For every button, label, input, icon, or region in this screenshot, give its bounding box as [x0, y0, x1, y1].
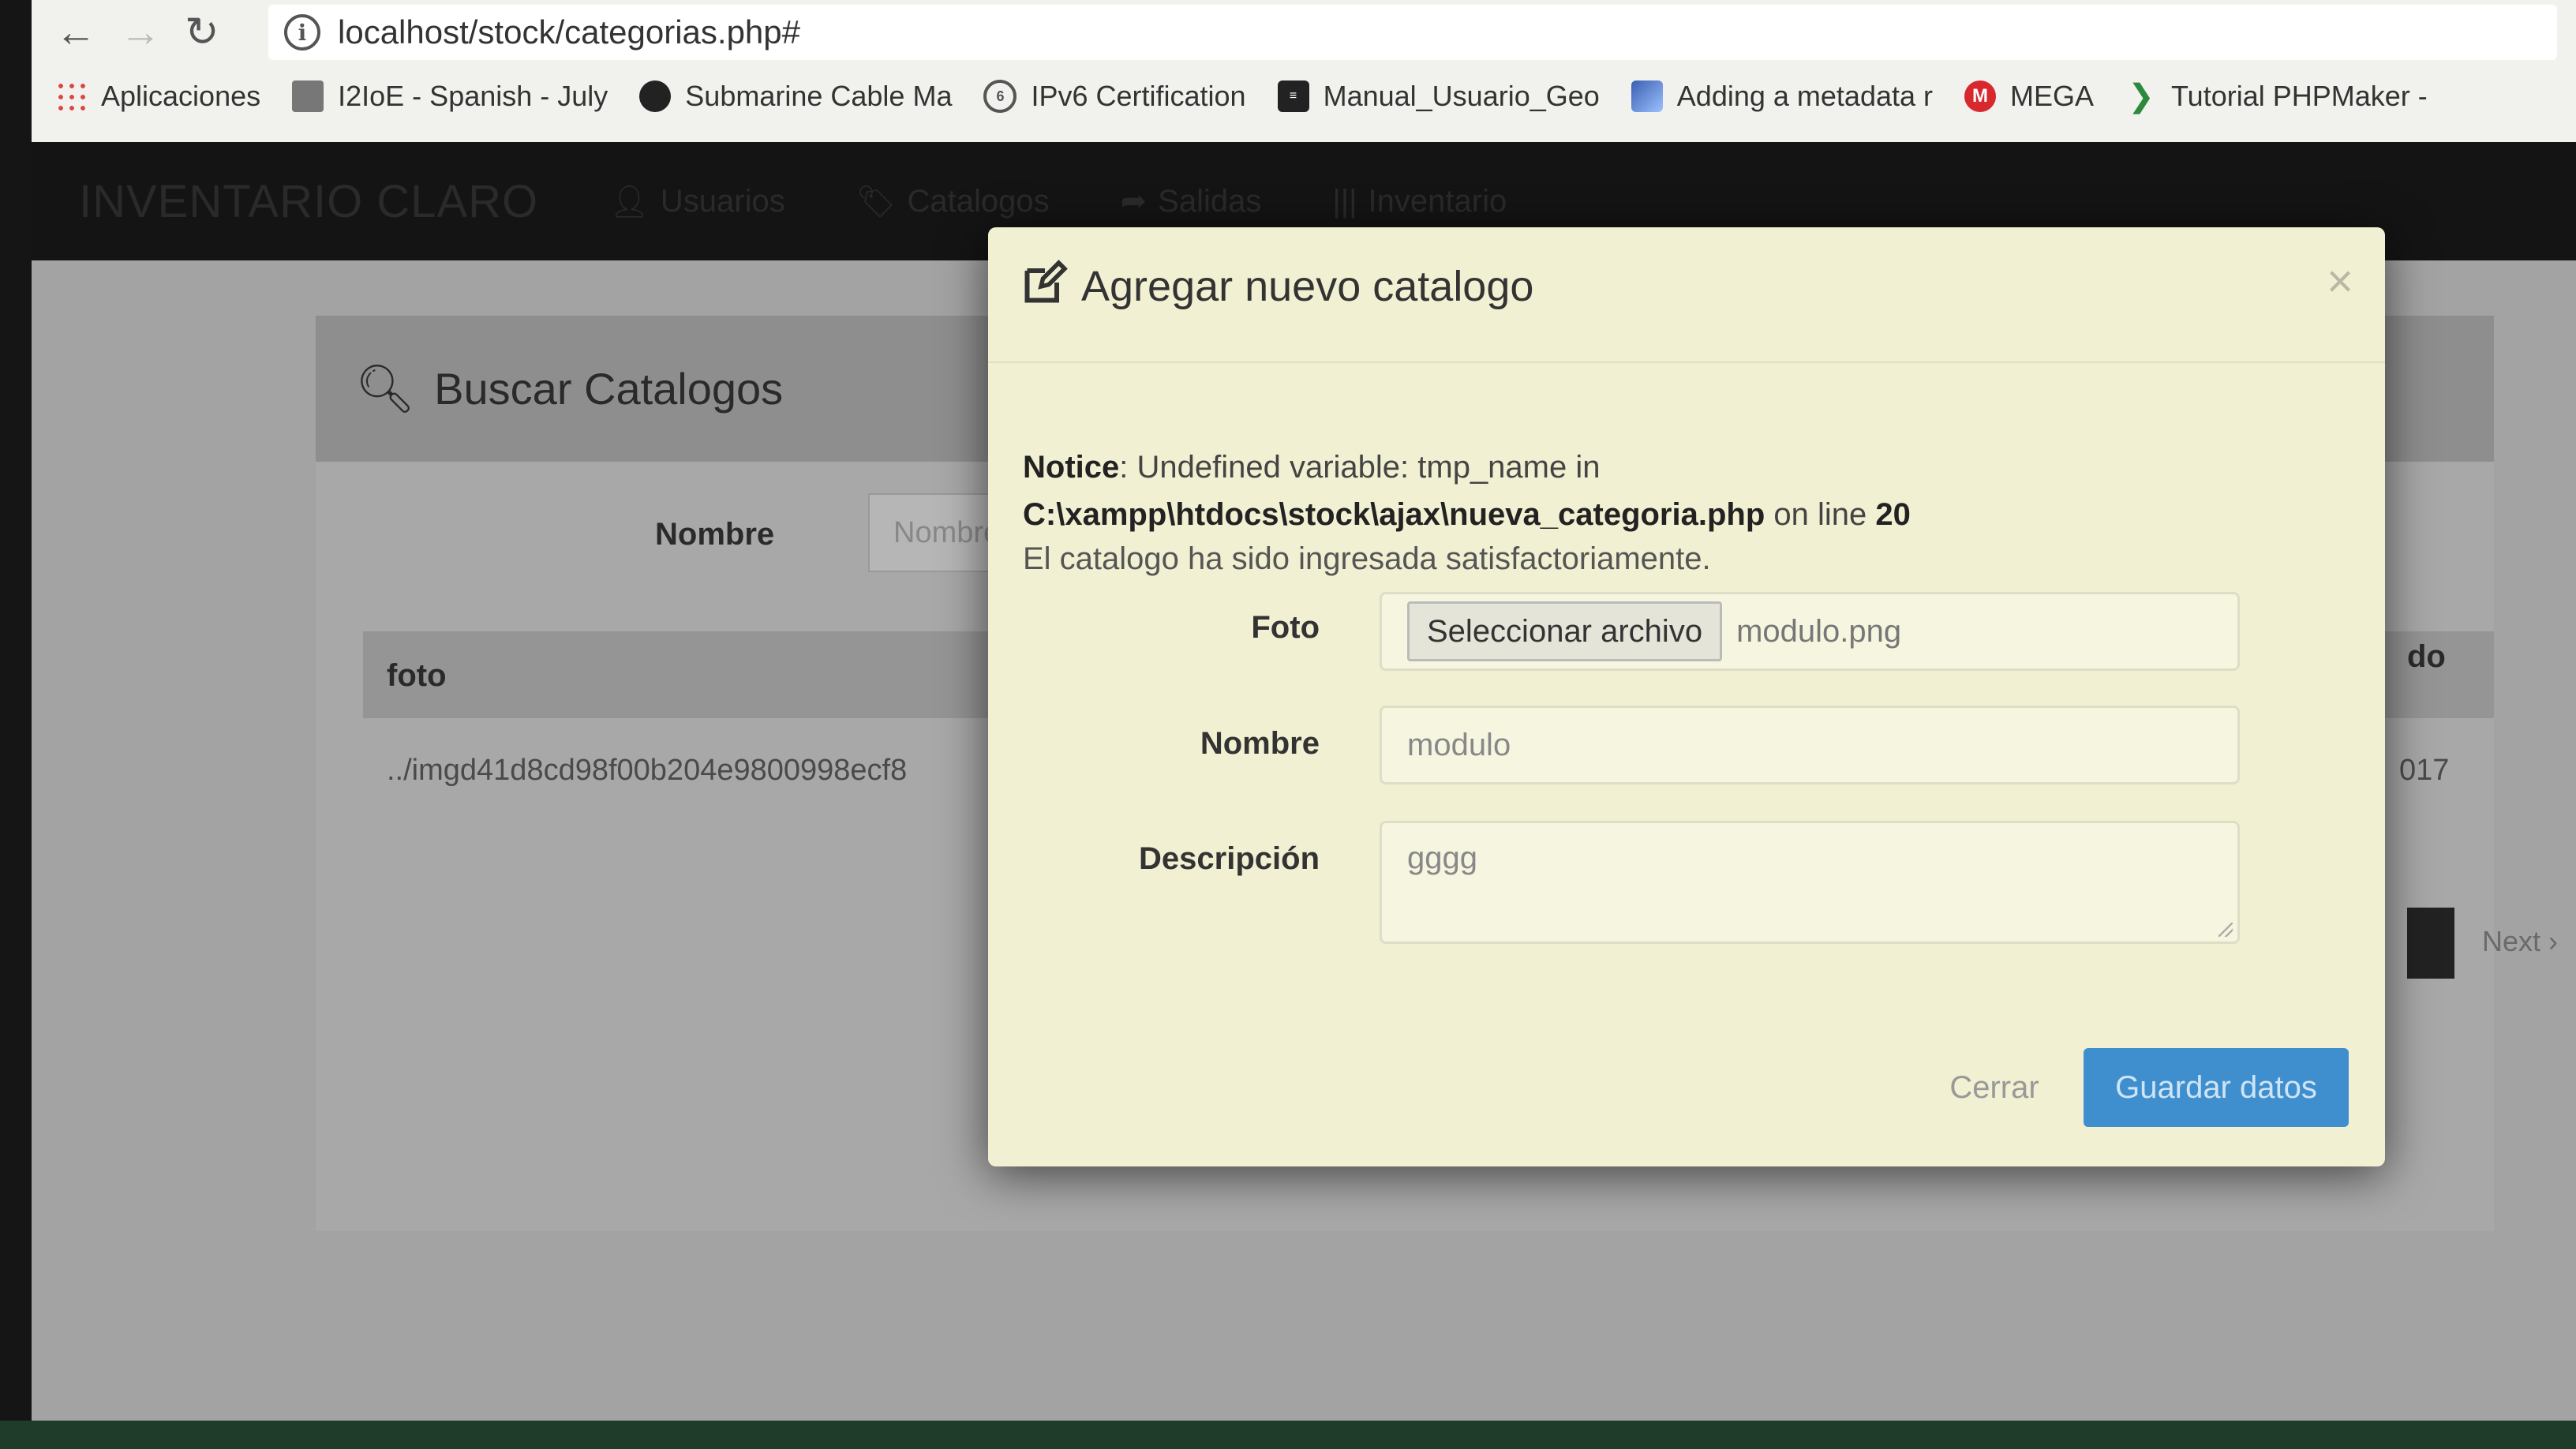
bookmark-i2ioe[interactable]: I2IoE - Spanish - July — [292, 80, 608, 113]
menu-item-label: Usuarios — [660, 183, 785, 219]
modal-title: Agregar nuevo catalogo — [1081, 263, 1534, 310]
bookmark-adding-metadata[interactable]: Adding a metadata r — [1631, 80, 1933, 113]
column-header-foto: foto — [387, 658, 447, 693]
close-icon[interactable]: × — [2327, 259, 2353, 305]
back-arrow-icon[interactable]: ← — [55, 12, 96, 53]
forward-arrow-icon[interactable]: → — [120, 12, 161, 53]
bookmark-ipv6[interactable]: 6 IPv6 Certification — [983, 80, 1246, 113]
edit-icon — [1024, 260, 1068, 303]
bookmark-mega[interactable]: M MEGA — [1964, 80, 2094, 113]
pager-current-page[interactable] — [2407, 908, 2454, 979]
notice-on-line: on line — [1765, 497, 1876, 532]
leaf-icon: ❯ — [2128, 79, 2155, 114]
barcode-icon: ||| — [1332, 183, 1357, 219]
descripcion-text: gggg — [1407, 841, 1477, 875]
menu-item-label: Salidas — [1158, 183, 1262, 219]
table-cell-foto-path: ../imgd41d8cd98f00b204e9800998ecf8 — [387, 754, 908, 787]
modal-header: Agregar nuevo catalogo × — [988, 227, 2385, 363]
filter-label: Nombre — [655, 517, 775, 552]
menu-item-usuarios[interactable]: 👤︎ Usuarios — [609, 183, 785, 220]
menu-item-inventario[interactable]: ||| Inventario — [1332, 184, 1507, 219]
bookmark-tutorial-phpmaker[interactable]: ❯ Tutorial PHPMaker - — [2125, 80, 2428, 113]
notice-file-path: C:\xampp\htdocs\stock\ajax\nueva_categor… — [1023, 497, 1765, 532]
bookmark-label: I2IoE - Spanish - July — [338, 80, 608, 112]
search-icon: 🔍︎ — [355, 362, 416, 415]
descripcion-textarea[interactable]: gggg — [1380, 821, 2240, 944]
pager-next-link[interactable]: Next › — [2482, 925, 2558, 958]
notice-line-number: 20 — [1875, 497, 1911, 532]
folder-icon — [292, 80, 324, 112]
descripcion-label: Descripción — [1139, 841, 1320, 876]
foto-label: Foto — [1251, 610, 1320, 645]
user-icon: 👤︎ — [609, 184, 650, 219]
foto-file-input[interactable]: Seleccionar archivo modulo.png — [1380, 592, 2240, 671]
globe-icon — [639, 80, 672, 112]
bookmark-manual-usuario[interactable]: ≡ Manual_Usuario_Geo — [1277, 80, 1600, 113]
table-cell-partial: 017 — [2399, 754, 2450, 787]
bookmark-aplicaciones[interactable]: Aplicaciones — [55, 80, 260, 113]
brand-logo[interactable]: INVENTARIO CLARO — [79, 175, 538, 228]
menu-item-catalogos[interactable]: 🏷︎ Catalogos — [856, 183, 1050, 220]
php-notice-line-1: Notice: Undefined variable: tmp_name in — [1023, 450, 1601, 485]
menu-item-label: Catalogos — [907, 183, 1050, 219]
menu-item-salidas[interactable]: ➦ Salidas — [1121, 183, 1262, 219]
document-icon: ≡ — [1277, 80, 1309, 112]
bookmarks-bar: Aplicaciones I2IoE - Spanish - July Subm… — [55, 69, 2428, 123]
tag-icon: 🏷︎ — [856, 184, 897, 219]
select-file-button[interactable]: Seleccionar archivo — [1407, 601, 1723, 661]
notice-message: : Undefined variable: tmp_name in — [1119, 450, 1601, 485]
address-bar[interactable]: i localhost/stock/categorias.php# — [268, 5, 2557, 60]
reload-icon[interactable]: ↻ — [185, 12, 219, 53]
close-button[interactable]: Cerrar — [1919, 1048, 2069, 1127]
bookmark-label: IPv6 Certification — [1031, 80, 1246, 112]
column-header-partial: do — [2407, 639, 2446, 674]
bookmark-label: Aplicaciones — [101, 80, 261, 112]
bookmark-label: Adding a metadata r — [1676, 80, 1934, 112]
bookmark-label: Tutorial PHPMaker - — [2171, 80, 2428, 112]
nombre-input[interactable]: modulo — [1380, 706, 2240, 784]
ipv6-icon: 6 — [983, 80, 1017, 113]
selected-file-name: modulo.png — [1736, 613, 1902, 649]
browser-chrome: ← → ↻ i localhost/stock/categorias.php# … — [32, 0, 2576, 142]
apps-grid-icon — [55, 80, 87, 112]
notice-label: Notice — [1023, 450, 1120, 485]
image-icon — [1631, 80, 1663, 112]
url-text[interactable]: localhost/stock/categorias.php# — [338, 13, 800, 51]
bookmark-submarine-cable[interactable]: Submarine Cable Ma — [639, 80, 952, 113]
nombre-label: Nombre — [1200, 726, 1320, 761]
mega-icon: M — [1964, 80, 1997, 112]
add-catalog-modal: Agregar nuevo catalogo × Notice: Undefin… — [988, 227, 2385, 1166]
share-icon: ➦ — [1120, 184, 1148, 219]
info-icon[interactable]: i — [284, 14, 320, 51]
success-message: El catalogo ha sido ingresada satisfacto… — [1023, 541, 1711, 576]
bookmark-label: Submarine Cable Ma — [685, 80, 953, 112]
save-button[interactable]: Guardar datos — [2084, 1048, 2349, 1127]
browser-nav-buttons: ← → ↻ — [55, 5, 219, 60]
bookmark-label: Manual_Usuario_Geo — [1323, 80, 1600, 112]
menu-item-label: Inventario — [1368, 183, 1507, 219]
taskbar-strip — [0, 1421, 2576, 1449]
panel-title: Buscar Catalogos — [434, 364, 784, 414]
php-notice-line-2: C:\xampp\htdocs\stock\ajax\nueva_categor… — [1023, 497, 1911, 533]
bookmark-label: MEGA — [2010, 80, 2095, 112]
resize-handle-icon[interactable] — [2218, 923, 2233, 937]
